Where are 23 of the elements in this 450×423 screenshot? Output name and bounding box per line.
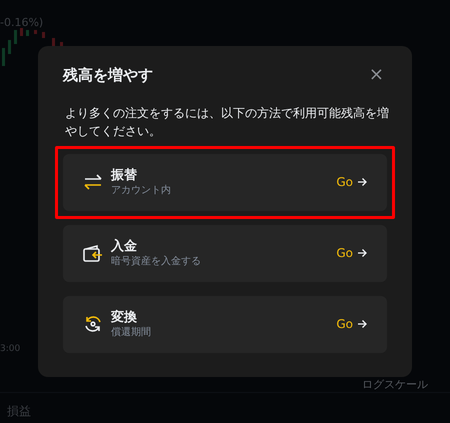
option-card[interactable]: 入金 暗号資産を入金する Go: [63, 224, 387, 282]
dialog-title: 残高を増やす: [63, 65, 153, 86]
swap-arrows-icon: [83, 174, 103, 190]
option-title: 変換: [111, 308, 138, 326]
arrow-right-icon: [357, 248, 367, 258]
convert-cycle-icon: [83, 314, 103, 334]
go-link[interactable]: Go: [336, 244, 353, 262]
option-title: 振替: [111, 166, 138, 184]
option-subtitle: 償還期間: [111, 326, 152, 340]
arrow-right-icon: [357, 177, 367, 187]
time-axis-label: 3:00: [0, 343, 20, 356]
option-subtitle: 暗号資産を入金する: [111, 254, 202, 268]
close-button[interactable]: ×: [368, 66, 384, 84]
option-subtitle: アカウント内: [111, 184, 172, 198]
wallet-arrow-icon: [83, 244, 103, 262]
option-card[interactable]: 変換 償還期間 Go: [63, 296, 387, 352]
go-link[interactable]: Go: [336, 315, 353, 333]
option-title: 入金: [111, 238, 138, 254]
arrow-right-icon: [357, 319, 367, 329]
option-card[interactable]: 振替 アカウント内 Go: [63, 154, 387, 210]
go-link[interactable]: Go: [336, 173, 353, 191]
dialog-description: より多くの注文をするには、以下の方法で利用可能残高を増やしてください。: [65, 104, 390, 140]
price-change: -0.16%): [0, 15, 44, 31]
